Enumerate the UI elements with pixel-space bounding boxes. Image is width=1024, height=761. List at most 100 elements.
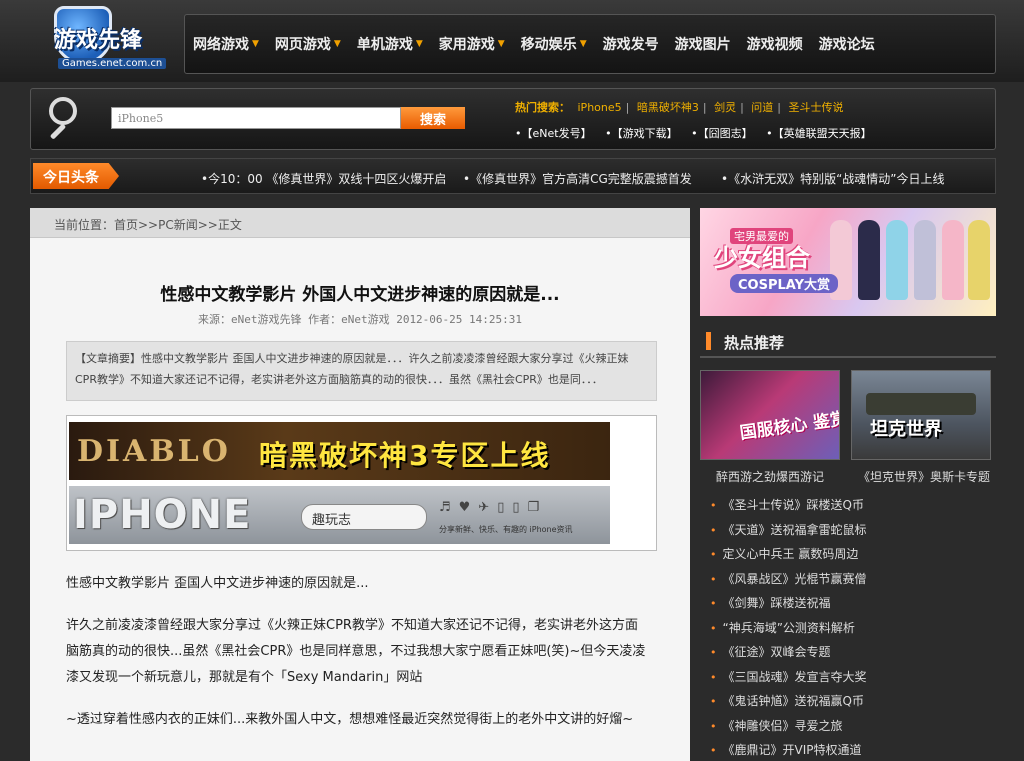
quick-link[interactable]: •【游戏下载】 [605,127,678,140]
main-nav: 网络游戏 ▼ 网页游戏 ▼ 单机游戏 ▼ 家用游戏 ▼ 移动娱乐 ▼ 游戏发号 游戏图片 … [184,14,996,74]
bullet-icon: • [710,695,717,708]
nav-label: 单机游戏 [356,37,413,53]
thumb-overlay-text: 坦克世界 [870,419,942,440]
ad-main-text: 少女组合 [714,244,810,272]
dropdown-arrow-icon: ▼ [415,39,423,49]
list-item[interactable]: • 《鹿鼎记》开VIP特权通道 [710,741,996,761]
bullet-icon: • [710,744,717,757]
hot-keyword[interactable]: iPhone5 [578,101,622,114]
hot-keyword[interactable]: 问道 [751,101,773,114]
nav-label: 网页游戏 [274,37,331,53]
list-item[interactable]: • “神兵海域”公测资料解析 [710,619,996,644]
breadcrumb[interactable]: 当前位置：首页>>PC新闻>>正文 [30,208,690,238]
list-item[interactable]: • 《天道》送祝福拿雷蛇鼠标 [710,521,996,546]
article-title: 性感中文教学影片 外国人中文进步神速的原因就是... [160,285,560,305]
logo-title: 游戏先锋 [54,28,143,53]
search-bar: 搜索 热门搜索： iPhone5| 暗黑破坏神3| 剑灵| 问道| 圣斗士传说 … [30,88,996,150]
article-panel: 当前位置：首页>>PC新闻>>正文 性感中文教学影片 外国人中文进步神速的原因就… [30,208,690,761]
search-input[interactable] [111,107,401,129]
bullet-icon: • [710,670,717,684]
hot-section-title: 热点推荐 [724,334,785,352]
iphone-banner-slogan: 分享新鲜、快乐、有趣的 iPhone资讯 [439,525,573,534]
quick-link[interactable]: •【囧图志】 [691,127,753,140]
bullet-icon: • [710,523,717,537]
hot-search-label: 热门搜索： [515,101,570,114]
magnifier-icon [39,93,99,149]
nav-label: 网络游戏 [193,37,249,53]
nav-label: 游戏图片 [674,37,731,53]
list-item[interactable]: • 《圣斗士传说》踩楼送Q币 [710,496,996,521]
headline-badge: 今日头条 [33,163,119,189]
iphone-feature-icons: ♬♥✈▯▯❐ [439,500,548,515]
nav-item-pc-games[interactable]: 单机游戏 ▼ [357,34,423,54]
quick-link[interactable]: •【eNet发号】 [515,127,592,140]
dropdown-arrow-icon: ▼ [497,39,505,49]
hot-section-header: 热点推荐 [700,326,996,358]
site-logo[interactable]: 游戏先锋 Games.enet.com.cn [40,6,180,76]
nav-item-forum[interactable]: 游戏论坛 [819,34,875,54]
iphone-banner-title: IPHONE [73,492,252,538]
dropdown-arrow-icon: ▼ [252,39,259,49]
hot-keyword[interactable]: 剑灵 [714,101,736,114]
list-item[interactable]: • 《神雕侠侣》寻爱之旅 [710,717,996,742]
hot-thumb-2[interactable]: 坦克世界 [851,370,991,460]
nav-item-videos[interactable]: 游戏视频 [747,34,803,54]
nav-label: 移动娱乐 [520,37,577,53]
headline-item[interactable]: •今10：00 《修真世界》双线十四区火爆开启 [201,170,446,187]
headline-item[interactable]: •《水浒无双》特别版“战魂情动”今日上线 [721,170,945,187]
top-bar: 游戏先锋 Games.enet.com.cn 网络游戏 ▼ 网页游戏 ▼ 单机游戏 ▼… [0,0,1024,82]
headline-bar: 今日头条 •今10：00 《修真世界》双线十四区火爆开启 •《修真世界》官方高清… [30,158,996,194]
list-item[interactable]: • 《鬼话钟馗》送祝福赢Q币 [710,692,996,717]
nav-item-online-games[interactable]: 网络游戏 ▼ [193,34,259,54]
list-item[interactable]: • 《征途》双峰会专题 [710,643,996,668]
bullet-icon: • [710,719,717,733]
thumb-overlay-text: 国服核心 鉴赏测试 [738,404,840,444]
nav-label: 游戏发号 [602,37,659,53]
bullet-icon: • [710,621,717,635]
hot-list: • 《圣斗士传说》踩楼送Q币 • 《天道》送祝福拿雷蛇鼠标 • 定义心中兵王 赢数码周… [710,496,996,761]
article-paragraph: 性感中文教学影片 歪国人中文进步神速的原因就是... [66,576,369,591]
article-summary: 【文章摘要】性感中文教学影片 歪国人中文进步神速的原因就是．．．许久之前凌凌漆曾… [66,341,657,401]
article-paragraph: 许久之前凌凌漆曾经跟大家分享过《火辣正妹CPR教学》不知道大家还记不记得，老实讲… [66,618,646,685]
bullet-icon: • [710,646,717,659]
thumb-caption[interactable]: 醉西游之劲爆西游记 [716,468,824,485]
nav-item-mobile[interactable]: 移动娱乐 ▼ [521,34,587,54]
iphone-banner[interactable]: IPHONE 趣玩志 ♬♥✈▯▯❐ 分享新鲜、快乐、有趣的 iPhone资讯 [69,486,610,544]
article-paragraph: ~透过穿着性感内衣的正妹们...来教外国人中文，想想难怪最近突然觉得街上的老外中… [66,712,634,727]
banner-box: DIABLO 暗黑破坏神3专区上线 IPHONE 趣玩志 ♬♥✈▯▯❐ 分享新鲜… [66,415,657,551]
bullet-icon: • [710,572,717,586]
list-item[interactable]: • 《三国战魂》发宣言夺大奖 [710,668,996,693]
dropdown-arrow-icon: ▼ [579,39,587,49]
thumb-caption[interactable]: 《坦克世界》奥斯卡专题 [858,468,990,485]
cosplay-ad-banner[interactable]: 宅男最爱的 少女组合 COSPLAY大赏 [700,208,996,316]
article-meta: 来源：eNet游戏先锋 作者：eNet游戏 2012-06-25 14:25:3… [197,313,523,326]
hot-thumb-1[interactable]: 国服核心 鉴赏测试 [700,370,840,460]
quick-links: •【eNet发号】 •【游戏下载】 •【囧图志】 •【英雄联盟天天报】 [515,125,882,141]
list-item[interactable]: • 定义心中兵王 赢数码周边 [710,545,996,570]
nav-item-giftcodes[interactable]: 游戏发号 [603,34,659,54]
logo-domain: Games.enet.com.cn [58,58,167,69]
tank-icon [866,393,976,415]
hot-keyword[interactable]: 圣斗士传说 [789,101,844,114]
nav-item-console-games[interactable]: 家用游戏 ▼ [439,34,505,54]
iphone-banner-badge: 趣玩志 [301,504,427,530]
nav-item-web-games[interactable]: 网页游戏 ▼ [275,34,341,54]
ad-bottom-text: COSPLAY大赏 [730,274,838,293]
bullet-icon: • [710,499,717,512]
diablo-logo: DIABLO [77,434,231,469]
search-button[interactable]: 搜索 [401,107,465,129]
hot-keyword[interactable]: 暗黑破坏神3 [637,101,699,114]
section-marker [706,332,711,350]
bullet-icon: • [710,597,717,610]
list-item[interactable]: • 《风暴战区》光棍节赢赛僧 [710,570,996,595]
hot-searches: 热门搜索： iPhone5 | 暗黑破坏神3 | 剑灵 | 问道 | 圣斗士传说 [515,101,844,114]
nav-label: 游戏视频 [746,37,803,53]
bullet-icon: • [710,548,717,561]
quick-link[interactable]: •【英雄联盟天天报】 [766,127,872,140]
nav-label: 家用游戏 [438,37,495,53]
nav-item-pictures[interactable]: 游戏图片 [675,34,731,54]
list-item[interactable]: • 《剑舞》踩楼送祝福 [710,594,996,619]
nav-label: 游戏论坛 [818,37,875,53]
headline-item[interactable]: •《修真世界》官方高清CG完整版震撼首发 [463,170,692,187]
diablo-banner[interactable]: DIABLO 暗黑破坏神3专区上线 [69,422,610,480]
